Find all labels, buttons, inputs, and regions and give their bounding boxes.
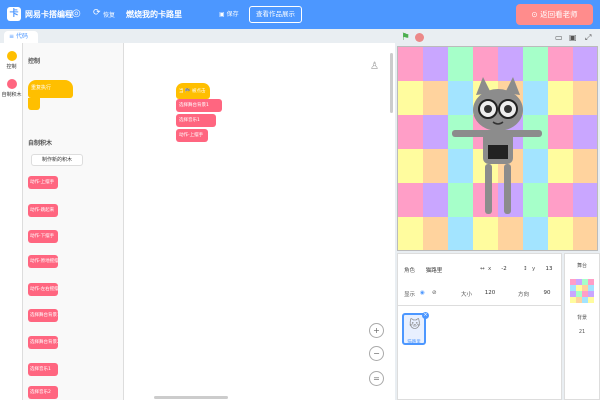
block-palette: 控制 重复执行 自制积木 制作新的积木 动作-上摆手 动作-跳起来 动作-下摆手… xyxy=(23,43,124,400)
script-block[interactable]: 选择音乐1 xyxy=(176,114,216,127)
green-flag-icon[interactable]: ⚑ xyxy=(401,32,410,43)
restore-icon[interactable]: ⟳ xyxy=(93,8,101,18)
hide-sprite-icon[interactable]: ⊘ xyxy=(432,290,437,296)
palette-block[interactable]: 选择音乐2 xyxy=(28,386,58,399)
backdrop-thumbnail[interactable] xyxy=(570,279,594,303)
stop-button[interactable] xyxy=(415,33,424,42)
script-block[interactable]: 动作-上摆手 xyxy=(176,129,208,142)
repeat-block-bottom xyxy=(28,98,40,110)
category-custom-blocks[interactable]: 自制积木 xyxy=(0,79,23,98)
direction-label: 方向 xyxy=(518,292,530,298)
small-stage-icon[interactable]: ▭ xyxy=(555,33,563,42)
make-block-button[interactable]: 制作新的积木 xyxy=(31,154,83,166)
globe-icon[interactable]: ◎ xyxy=(72,8,81,19)
cat-sprite[interactable] xyxy=(398,47,598,251)
zoom-out-button[interactable]: − xyxy=(369,346,384,361)
custom-blocks-heading: 自制积木 xyxy=(28,140,53,147)
palette-block[interactable]: 动作-原地摇摆 xyxy=(28,255,58,268)
control-category-dot xyxy=(6,51,17,61)
backdrop-label: 背景 xyxy=(576,315,587,321)
delete-sprite-icon[interactable]: × xyxy=(422,312,429,319)
category-control-label: 控制 xyxy=(6,64,17,70)
back-icon: ⊙ xyxy=(531,10,538,19)
repeat-block-label: 重复执行 xyxy=(31,85,52,91)
top-bar: 卡 网易卡搭编程 ◎ ⟳ 恢复 燃烧我的卡路里 ▣ 保存 查看作品展示 ⊙ 返回… xyxy=(0,0,600,29)
size-label: 大小 xyxy=(461,292,473,298)
direction-field[interactable]: 90 xyxy=(540,290,554,296)
control-heading: 控制 xyxy=(28,58,41,65)
x-field[interactable]: -2 xyxy=(496,266,512,272)
when-flag-clicked-block[interactable]: 当 🏁 被点击 xyxy=(176,83,210,99)
sprite-ghost-icon: ♙ xyxy=(370,61,379,72)
fullscreen-icon[interactable]: ⤢ xyxy=(585,33,591,43)
script-workspace[interactable]: ♙ 当 🏁 被点击 选择舞台背景1 选择音乐1 动作-上摆手 + − = xyxy=(124,43,395,400)
size-field[interactable]: 120 xyxy=(480,290,500,296)
sprite-thumbnail[interactable]: × 🐱 猫路里 xyxy=(402,312,429,345)
code-tab-icon: ≡ xyxy=(9,33,15,40)
category-menu: 控制 自制积木 xyxy=(0,43,23,400)
category-control[interactable]: 控制 xyxy=(0,51,23,70)
y-label: y xyxy=(532,266,536,272)
y-field[interactable]: 13 xyxy=(541,266,557,272)
back-label: 返回看老师 xyxy=(540,10,578,19)
zoom-reset-button[interactable]: = xyxy=(369,371,384,386)
save-label: 保存 xyxy=(226,11,239,18)
code-tab-label: 代码 xyxy=(15,33,28,40)
palette-block[interactable]: 选择舞台背景1 xyxy=(28,309,58,322)
sprite-thumbnail-label: 猫路里 xyxy=(407,340,421,345)
palette-block[interactable]: 动作-上摆手 xyxy=(28,176,58,189)
script-block[interactable]: 选择舞台背景1 xyxy=(176,99,222,112)
brand-name: 网易卡搭编程 xyxy=(25,10,73,19)
panel-divider xyxy=(398,305,561,306)
backdrop-count: 21 xyxy=(578,329,586,335)
editor-tabs: ≡ 代码 xyxy=(0,29,395,43)
cat-thumbnail-icon: 🐱 xyxy=(409,318,421,331)
repeat-block[interactable]: 重复执行 xyxy=(28,80,73,110)
custom-category-dot xyxy=(6,79,17,89)
role-label: 角色 xyxy=(404,268,416,274)
view-showcase-button[interactable]: 查看作品展示 xyxy=(249,6,302,23)
tab-code[interactable]: ≡ 代码 xyxy=(4,31,38,43)
stage-controls: ⚑ ▭ ▣ ⤢ xyxy=(395,29,600,45)
workspace-vertical-scrollbar[interactable] xyxy=(390,53,393,113)
sprite-info-panel: 角色 猫路里 ↔ x -2 ↕ y 13 显示 ◉ ⊘ 大小 120 方向 90… xyxy=(397,253,562,400)
show-visible-icon[interactable]: ◉ xyxy=(420,290,425,296)
back-to-teacher-button[interactable]: ⊙ 返回看老师 xyxy=(516,4,593,25)
stage-panel[interactable]: 舞台 背景 21 xyxy=(564,253,600,400)
logo-icon: 卡 xyxy=(7,7,21,21)
category-custom-label: 自制积木 xyxy=(1,92,22,98)
sprite-name-field[interactable]: 猫路里 xyxy=(420,266,448,274)
x-arrow-icon: ↔ xyxy=(480,266,485,272)
stage-title: 舞台 xyxy=(576,263,587,269)
stage-canvas[interactable] xyxy=(397,46,598,251)
palette-block[interactable]: 动作-下摆手 xyxy=(28,230,58,243)
y-arrow-icon: ↕ xyxy=(523,266,528,272)
palette-block[interactable]: 选择音乐1 xyxy=(28,363,58,376)
show-label: 显示 xyxy=(404,292,416,298)
project-title[interactable]: 燃烧我的卡路里 xyxy=(126,9,182,20)
palette-block[interactable]: 选择舞台背景2 xyxy=(28,336,58,349)
restore-button[interactable]: 恢复 xyxy=(103,10,115,19)
palette-block[interactable]: 动作-跳起来 xyxy=(28,204,58,217)
backdrop-thumb-tile xyxy=(588,297,594,303)
zoom-in-button[interactable]: + xyxy=(369,323,384,338)
save-button[interactable]: ▣ 保存 xyxy=(219,9,239,18)
palette-block[interactable]: 动作-左右摇摆 xyxy=(28,283,58,296)
large-stage-icon[interactable]: ▣ xyxy=(569,33,577,42)
workspace-horizontal-scrollbar[interactable] xyxy=(154,396,228,399)
x-label: x xyxy=(488,266,492,272)
